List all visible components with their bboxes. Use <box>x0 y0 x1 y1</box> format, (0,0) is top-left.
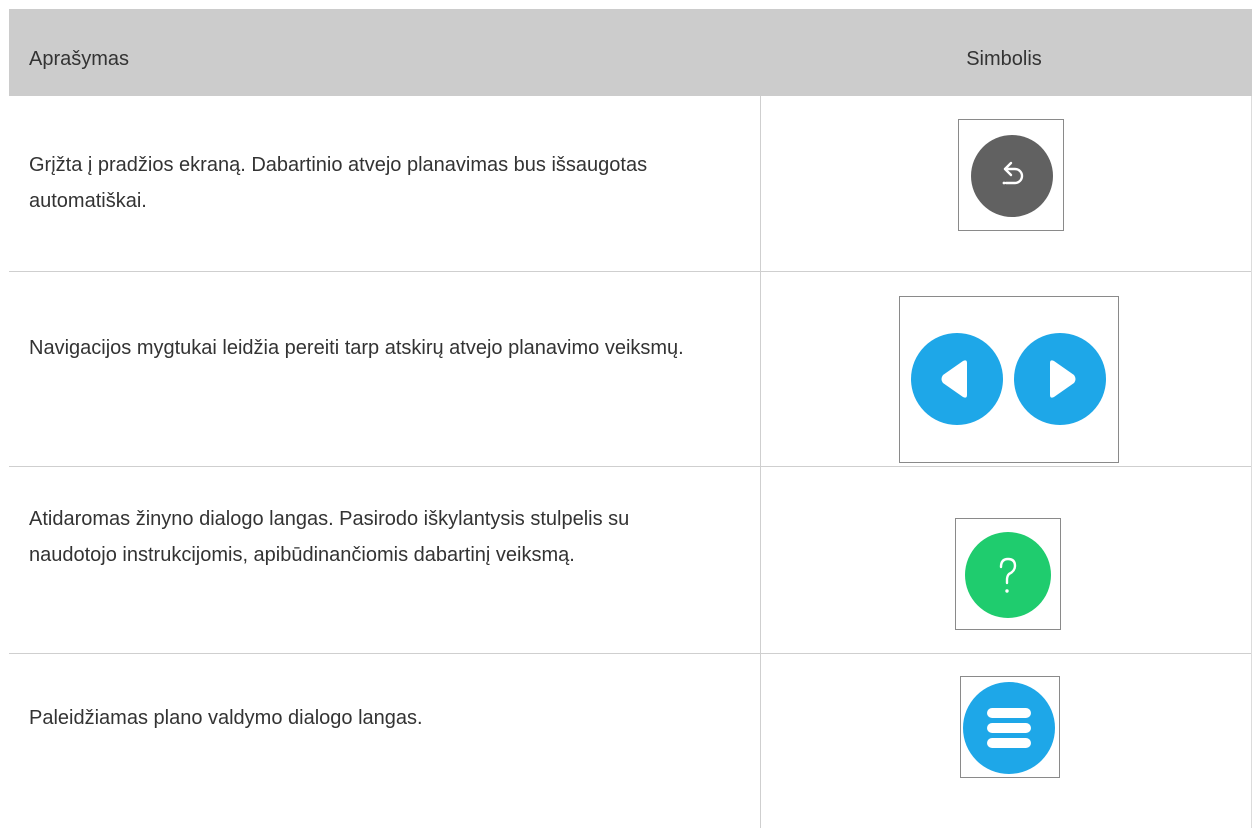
row-description: Grįžta į pradžios ekraną. Dabartinio atv… <box>29 154 648 212</box>
previous-arrow-icon[interactable] <box>911 333 1003 425</box>
help-icon[interactable] <box>965 532 1051 618</box>
header-description: Aprašymas <box>29 48 130 70</box>
row-description: Navigacijos mygtukai leidžia pereiti tar… <box>29 337 684 359</box>
table-row: Atidaromas žinyno dialogo langas. Pasiro… <box>9 467 1252 654</box>
table-row: Grįžta į pradžios ekraną. Dabartinio atv… <box>9 96 1252 272</box>
home-return-icon[interactable] <box>971 135 1053 217</box>
next-arrow-icon[interactable] <box>1014 333 1106 425</box>
symbols-table: Aprašymas Simbolis Grįžta į pradžios ekr… <box>9 9 1252 828</box>
symbol-cell <box>958 119 1064 231</box>
header-symbol: Simbolis <box>966 48 1042 70</box>
menu-icon[interactable] <box>963 682 1055 774</box>
symbol-cell <box>899 296 1119 463</box>
symbol-cell <box>955 518 1061 630</box>
table-row: Navigacijos mygtukai leidžia pereiti tar… <box>9 272 1252 467</box>
column-divider <box>760 96 761 828</box>
table-row: Paleidžiamas plano valdymo dialogo langa… <box>9 654 1252 806</box>
row-description: Atidaromas žinyno dialogo langas. Pasiro… <box>29 508 630 566</box>
row-description: Paleidžiamas plano valdymo dialogo langa… <box>29 707 423 729</box>
table-header: Aprašymas Simbolis <box>9 9 1252 96</box>
symbol-cell <box>960 676 1060 778</box>
